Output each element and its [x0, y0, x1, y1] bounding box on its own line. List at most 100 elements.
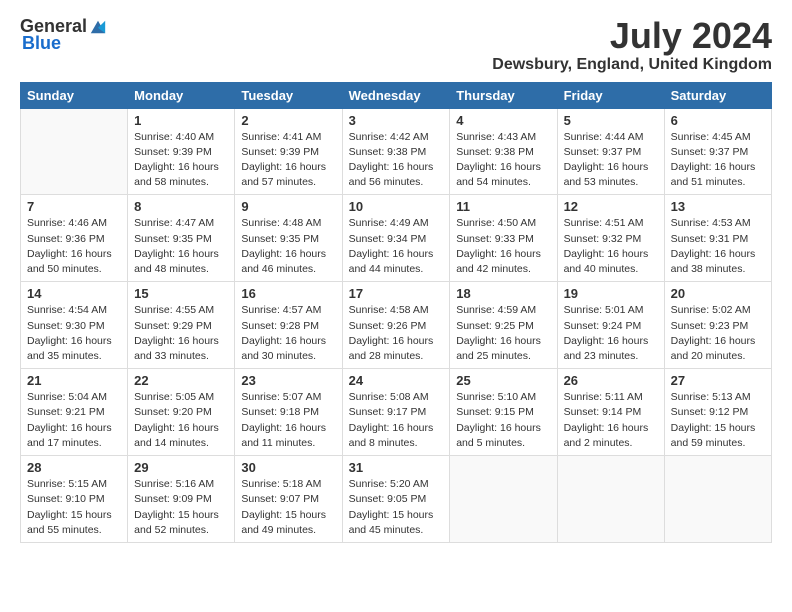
calendar-cell: 8Sunrise: 4:47 AMSunset: 9:35 PMDaylight… [128, 195, 235, 282]
day-detail: Sunrise: 4:53 AMSunset: 9:31 PMDaylight:… [671, 216, 765, 277]
day-number: 15 [134, 286, 228, 301]
logo-blue-text: Blue [22, 33, 61, 54]
day-detail: Sunrise: 4:54 AMSunset: 9:30 PMDaylight:… [27, 303, 121, 364]
logo: General Blue [20, 16, 107, 54]
calendar-cell: 20Sunrise: 5:02 AMSunset: 9:23 PMDayligh… [664, 282, 771, 369]
calendar-cell: 19 Sunrise: 5:01 AMSunset: 9:24 PMDayligh… [557, 282, 664, 369]
day-number: 1 [134, 113, 228, 128]
calendar-cell: 3 Sunrise: 4:42 AMSunset: 9:38 PMDaylight… [342, 108, 450, 195]
calendar-cell [21, 108, 128, 195]
week-row-5: 28 Sunrise: 5:15 AMSunset: 9:10 PMDayligh… [21, 456, 772, 543]
day-number: 13 [671, 199, 765, 214]
day-number: 6 [671, 113, 765, 128]
day-detail: Sunrise: 5:07 AMSunset: 9:18 PMDaylight:… [241, 390, 335, 451]
calendar-cell: 26 Sunrise: 5:11 AMSunset: 9:14 PMDayligh… [557, 369, 664, 456]
day-detail: Sunrise: 4:55 AMSunset: 9:29 PMDaylight:… [134, 303, 228, 364]
week-row-2: 7 Sunrise: 4:46 AMSunset: 9:36 PMDaylight… [21, 195, 772, 282]
location-title: Dewsbury, England, United Kingdom [492, 56, 772, 74]
day-number: 17 [349, 286, 444, 301]
day-number: 19 [564, 286, 658, 301]
day-detail: Sunrise: 4:48 AMSunset: 9:35 PMDaylight:… [241, 216, 335, 277]
calendar-cell: 18Sunrise: 4:59 AMSunset: 9:25 PMDayligh… [450, 282, 557, 369]
day-detail: Sunrise: 4:57 AMSunset: 9:28 PMDaylight:… [241, 303, 335, 364]
header-monday: Monday [128, 82, 235, 108]
day-detail: Sunrise: 4:50 AMSunset: 9:33 PMDaylight:… [456, 216, 550, 277]
day-number: 23 [241, 373, 335, 388]
calendar-table: SundayMondayTuesdayWednesdayThursdayFrid… [20, 82, 772, 543]
day-detail: Sunrise: 5:13 AMSunset: 9:12 PMDaylight:… [671, 390, 765, 451]
calendar-cell: 10 Sunrise: 4:49 AMSunset: 9:34 PMDayligh… [342, 195, 450, 282]
calendar-cell: 14 Sunrise: 4:54 AMSunset: 9:30 PMDayligh… [21, 282, 128, 369]
calendar-cell: 11 Sunrise: 4:50 AMSunset: 9:33 PMDayligh… [450, 195, 557, 282]
day-number: 4 [456, 113, 550, 128]
day-number: 21 [27, 373, 121, 388]
day-number: 26 [564, 373, 658, 388]
calendar-cell: 6Sunrise: 4:45 AMSunset: 9:37 PMDaylight… [664, 108, 771, 195]
week-row-4: 21 Sunrise: 5:04 AMSunset: 9:21 PMDayligh… [21, 369, 772, 456]
day-detail: Sunrise: 5:20 AMSunset: 9:05 PMDaylight:… [349, 477, 444, 538]
day-number: 14 [27, 286, 121, 301]
day-detail: Sunrise: 5:18 AMSunset: 9:07 PMDaylight:… [241, 477, 335, 538]
day-detail: Sunrise: 5:05 AMSunset: 9:20 PMDaylight:… [134, 390, 228, 451]
calendar-cell: 5 Sunrise: 4:44 AMSunset: 9:37 PMDaylight… [557, 108, 664, 195]
calendar-cell: 27 Sunrise: 5:13 AMSunset: 9:12 PMDayligh… [664, 369, 771, 456]
day-detail: Sunrise: 5:01 AMSunset: 9:24 PMDaylight:… [564, 303, 658, 364]
calendar-cell: 2Sunrise: 4:41 AMSunset: 9:39 PMDaylight… [235, 108, 342, 195]
calendar-cell: 13 Sunrise: 4:53 AMSunset: 9:31 PMDayligh… [664, 195, 771, 282]
day-detail: Sunrise: 5:08 AMSunset: 9:17 PMDaylight:… [349, 390, 444, 451]
day-number: 3 [349, 113, 444, 128]
day-detail: Sunrise: 4:46 AMSunset: 9:36 PMDaylight:… [27, 216, 121, 277]
day-detail: Sunrise: 5:16 AMSunset: 9:09 PMDaylight:… [134, 477, 228, 538]
day-number: 30 [241, 460, 335, 475]
week-row-1: 1 Sunrise: 4:40 AMSunset: 9:39 PMDaylight… [21, 108, 772, 195]
day-number: 22 [134, 373, 228, 388]
calendar-cell: 17 Sunrise: 4:58 AMSunset: 9:26 PMDayligh… [342, 282, 450, 369]
day-number: 7 [27, 199, 121, 214]
day-number: 11 [456, 199, 550, 214]
day-detail: Sunrise: 4:49 AMSunset: 9:34 PMDaylight:… [349, 216, 444, 277]
calendar-cell: 7 Sunrise: 4:46 AMSunset: 9:36 PMDaylight… [21, 195, 128, 282]
calendar-cell: 24 Sunrise: 5:08 AMSunset: 9:17 PMDayligh… [342, 369, 450, 456]
day-number: 5 [564, 113, 658, 128]
header-row: SundayMondayTuesdayWednesdayThursdayFrid… [21, 82, 772, 108]
day-detail: Sunrise: 4:58 AMSunset: 9:26 PMDaylight:… [349, 303, 444, 364]
logo-icon [89, 18, 107, 36]
calendar-cell: 30 Sunrise: 5:18 AMSunset: 9:07 PMDayligh… [235, 456, 342, 543]
calendar-cell: 29Sunrise: 5:16 AMSunset: 9:09 PMDayligh… [128, 456, 235, 543]
day-number: 2 [241, 113, 335, 128]
page-header: General Blue July 2024 Dewsbury, England… [20, 16, 772, 74]
day-number: 31 [349, 460, 444, 475]
day-detail: Sunrise: 4:42 AMSunset: 9:38 PMDaylight:… [349, 130, 444, 191]
header-tuesday: Tuesday [235, 82, 342, 108]
day-detail: Sunrise: 4:59 AMSunset: 9:25 PMDaylight:… [456, 303, 550, 364]
calendar-cell: 1 Sunrise: 4:40 AMSunset: 9:39 PMDaylight… [128, 108, 235, 195]
calendar-cell: 22 Sunrise: 5:05 AMSunset: 9:20 PMDayligh… [128, 369, 235, 456]
day-number: 24 [349, 373, 444, 388]
day-number: 27 [671, 373, 765, 388]
day-detail: Sunrise: 5:04 AMSunset: 9:21 PMDaylight:… [27, 390, 121, 451]
header-friday: Friday [557, 82, 664, 108]
week-row-3: 14 Sunrise: 4:54 AMSunset: 9:30 PMDayligh… [21, 282, 772, 369]
day-detail: Sunrise: 5:15 AMSunset: 9:10 PMDaylight:… [27, 477, 121, 538]
header-saturday: Saturday [664, 82, 771, 108]
day-detail: Sunrise: 5:10 AMSunset: 9:15 PMDaylight:… [456, 390, 550, 451]
day-number: 12 [564, 199, 658, 214]
calendar-cell: 16Sunrise: 4:57 AMSunset: 9:28 PMDayligh… [235, 282, 342, 369]
day-detail: Sunrise: 5:02 AMSunset: 9:23 PMDaylight:… [671, 303, 765, 364]
header-sunday: Sunday [21, 82, 128, 108]
day-number: 28 [27, 460, 121, 475]
calendar-cell: 9Sunrise: 4:48 AMSunset: 9:35 PMDaylight… [235, 195, 342, 282]
calendar-cell [664, 456, 771, 543]
day-detail: Sunrise: 4:51 AMSunset: 9:32 PMDaylight:… [564, 216, 658, 277]
day-number: 10 [349, 199, 444, 214]
day-detail: Sunrise: 4:40 AMSunset: 9:39 PMDaylight:… [134, 130, 228, 191]
calendar-cell: 21 Sunrise: 5:04 AMSunset: 9:21 PMDayligh… [21, 369, 128, 456]
calendar-cell: 12 Sunrise: 4:51 AMSunset: 9:32 PMDayligh… [557, 195, 664, 282]
day-detail: Sunrise: 5:11 AMSunset: 9:14 PMDaylight:… [564, 390, 658, 451]
day-detail: Sunrise: 4:44 AMSunset: 9:37 PMDaylight:… [564, 130, 658, 191]
calendar-cell: 28 Sunrise: 5:15 AMSunset: 9:10 PMDayligh… [21, 456, 128, 543]
month-title: July 2024 [492, 16, 772, 56]
day-detail: Sunrise: 4:47 AMSunset: 9:35 PMDaylight:… [134, 216, 228, 277]
calendar-cell [557, 456, 664, 543]
calendar-cell: 4Sunrise: 4:43 AMSunset: 9:38 PMDaylight… [450, 108, 557, 195]
